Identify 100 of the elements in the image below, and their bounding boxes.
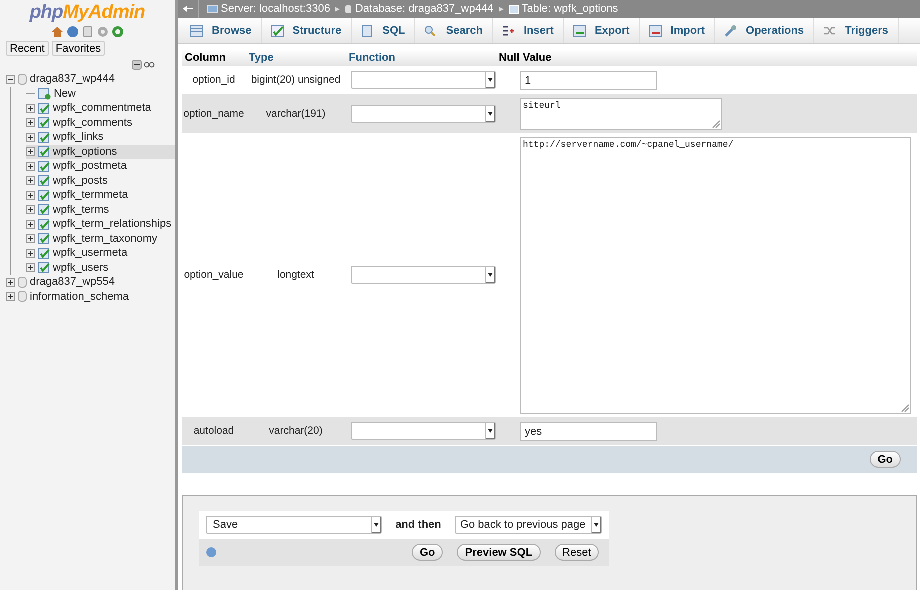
column-type: varchar(191) [265,108,327,120]
crossed-arrows-icon [823,24,836,36]
table-icon [38,204,50,216]
breadcrumb-link[interactable]: Table: wpfk_options [522,3,618,15]
database-icon [18,74,27,85]
column-header: Function [348,52,396,64]
and-then-label: and then [396,519,442,531]
column-name: option_value [183,269,245,281]
tab[interactable]: Structure [262,18,352,43]
tree-item[interactable]: information_schema [6,290,175,304]
tree-item[interactable]: wpfk_users [26,260,175,275]
insert-icon [502,24,515,36]
toggle-icon[interactable] [26,248,35,258]
go-button[interactable]: Go [870,451,901,468]
import-icon [648,24,662,36]
form-button[interactable]: Go [412,544,444,561]
table-icon [38,117,50,128]
database-icon [345,4,352,14]
tab[interactable]: SQL [352,18,416,43]
tab[interactable]: Export [564,18,640,43]
caret-icon [591,517,601,533]
structure-icon [270,24,284,36]
toggle-icon[interactable] [26,263,35,272]
value-field[interactable]: siteurl [520,98,722,130]
home-icon[interactable] [51,26,64,38]
wrench-icon [724,24,738,36]
tree-item[interactable]: wpfk_comments [26,116,175,130]
tab[interactable]: Triggers [814,18,899,43]
database-icon [18,291,27,302]
toggle-icon[interactable] [26,118,35,128]
resize-grip-icon[interactable] [901,404,909,412]
table-icon [38,190,50,201]
sidebar-button[interactable]: Favorites [52,41,106,56]
breadcrumb-link[interactable]: Server: localhost:3306 [221,3,330,15]
link-icon[interactable] [144,62,155,68]
tree-item[interactable]: wpfk_term_taxonomy [26,232,175,246]
toggle-icon[interactable] [26,220,35,229]
reload-icon[interactable] [112,26,124,38]
toggle-icon[interactable] [6,292,15,302]
tree-item[interactable]: wpfk_term_relationships [26,217,175,232]
value-field[interactable]: 1 [520,71,657,90]
column-header: Null [498,52,520,64]
after-insert-dropdown[interactable]: Go back to previous page [455,516,602,534]
server-icon [207,4,218,14]
separator-icon [496,6,506,12]
toggle-icon[interactable] [26,132,35,142]
column-header: Value [522,52,553,64]
caret-icon [370,517,381,533]
resize-grip-icon[interactable] [712,120,720,128]
toggle-icon[interactable] [26,205,35,214]
form-button[interactable]: Preview SQL [457,544,541,561]
value-field[interactable]: http://servername.com/~cpanel_username/ [520,137,911,414]
table-icon [38,262,50,274]
form-button[interactable]: Reset [554,544,600,561]
toggle-icon[interactable] [26,176,35,186]
table-icon [508,4,519,14]
column-header: Column [184,52,227,64]
tab[interactable]: Operations [715,18,814,43]
toggle-icon[interactable] [26,104,35,113]
tree-item[interactable]: draga837_wp554 [6,275,175,290]
tree-item[interactable]: wpfk_terms [26,202,175,217]
caret-icon [485,106,495,122]
tree-item[interactable]: New [26,86,175,101]
tree-item[interactable]: wpfk_termmeta [26,188,175,202]
toggle-icon[interactable] [26,162,35,171]
tree-item[interactable]: wpfk_posts [26,174,175,188]
tree-item[interactable]: wpfk_options [26,144,175,159]
column-name: option_name [182,108,246,120]
document-icon[interactable] [82,26,94,38]
action-dropdown[interactable]: Save [206,516,382,534]
column-header: Type [248,52,275,64]
caret-icon [485,267,495,283]
tab[interactable]: Browse [181,18,262,43]
tab[interactable]: Insert [492,18,564,43]
column-type: bigint(20) unsigned [250,74,342,86]
tab[interactable]: Search [415,18,493,43]
tree-item[interactable]: wpfk_postmeta [26,159,175,174]
separator-icon [333,6,342,12]
collapse-icon[interactable] [132,60,142,70]
tree-item[interactable]: wpfk_commentmeta [26,101,175,116]
tree-item[interactable]: draga837_wp444 [6,72,175,86]
breadcrumb-link[interactable]: Database: draga837_wp444 [355,3,494,15]
table-icon [38,218,50,230]
logo: phpMyAdmin [28,1,146,24]
sidebar-button[interactable]: Recent [6,41,49,56]
toggle-icon[interactable] [6,278,15,287]
tree-item[interactable]: wpfk_links [26,130,175,144]
tree-item[interactable]: wpfk_usermeta [26,246,175,260]
column-type: varchar(20) [268,425,324,437]
toggle-icon[interactable] [6,74,15,84]
table-icon [38,146,50,158]
help-icon[interactable] [67,26,79,38]
tab[interactable]: Import [640,18,716,43]
search-icon [424,24,438,36]
toggle-icon[interactable] [26,234,35,244]
table-icon [38,160,50,172]
toggle-icon[interactable] [26,190,35,200]
value-field[interactable]: yes [520,422,657,441]
toggle-icon[interactable] [26,147,35,156]
table-icon [38,175,50,186]
